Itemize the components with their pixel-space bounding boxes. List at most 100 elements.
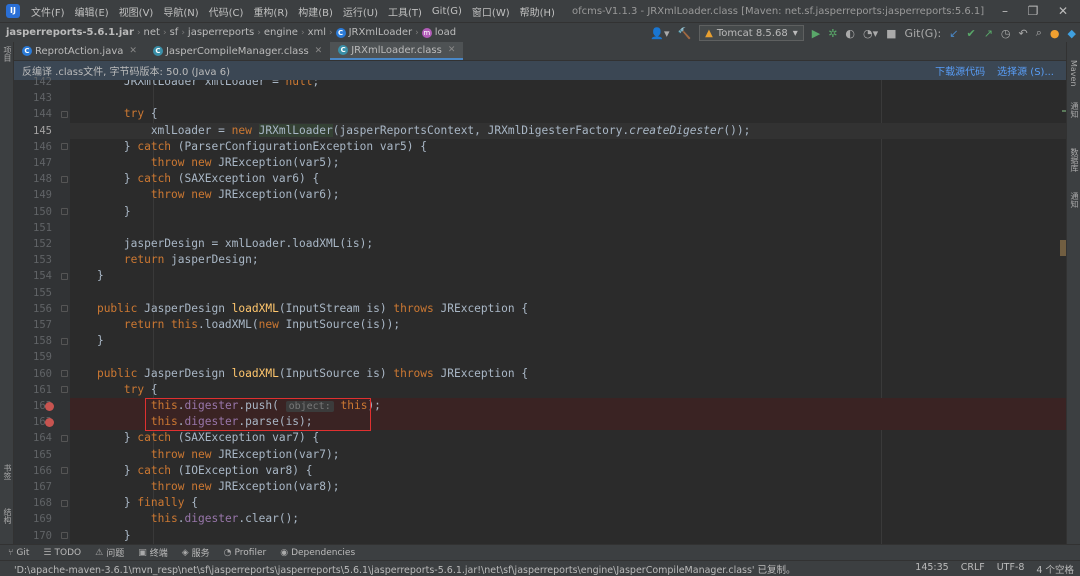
menu-edit[interactable]: 编辑(E) (70, 4, 114, 19)
bookmarks-tool-button[interactable]: 书签 (2, 464, 13, 480)
profiler-tool-button[interactable]: ◔ Profiler (216, 548, 273, 558)
stop-icon[interactable]: ■ (882, 27, 900, 40)
todo-tool-button[interactable]: ☰ TODO (35, 548, 87, 558)
git-commit-icon[interactable]: ✔ (962, 27, 979, 40)
line-separator[interactable]: CRLF (955, 562, 991, 576)
menu-file[interactable]: 文件(F) (26, 4, 70, 19)
code-editor[interactable]: JRXmlLoader xmlLoader = null; try { xmlL… (70, 80, 1066, 544)
tab-jaspercompilemanager[interactable]: C JasperCompileManager.class ✕ (145, 42, 330, 60)
services-tool-button[interactable]: ◈ 服务 (174, 546, 216, 560)
menu-tools[interactable]: 工具(T) (383, 4, 427, 19)
line-number[interactable]: 154 (14, 268, 52, 284)
line-number[interactable]: 147 (14, 155, 52, 171)
fold-marker-icon[interactable] (61, 208, 68, 216)
history-icon[interactable]: ◷ (997, 27, 1015, 40)
git-update-icon[interactable]: ↙ (945, 27, 962, 40)
indent-setting[interactable]: 4 个空格 (1030, 562, 1080, 576)
line-number[interactable]: 150 (14, 204, 52, 220)
breakpoint-icon[interactable] (45, 417, 54, 427)
rollback-icon[interactable]: ↶ (1015, 27, 1032, 40)
file-encoding[interactable]: UTF-8 (991, 562, 1031, 576)
breakpoint-icon[interactable] (45, 401, 54, 411)
line-number[interactable]: 144 (14, 106, 52, 122)
line-number[interactable]: 166 (14, 463, 52, 479)
line-number[interactable]: 149 (14, 187, 52, 203)
breadcrumb-engine[interactable]: engine (261, 27, 301, 38)
tab-reprotaction[interactable]: C ReprotAction.java ✕ (14, 42, 145, 60)
breadcrumb-method[interactable]: m load (419, 27, 459, 38)
scroll-thumb[interactable] (1060, 240, 1066, 256)
menu-git[interactable]: Git(G) (427, 6, 467, 17)
line-number[interactable]: 148 (14, 171, 52, 187)
line-number[interactable]: 170 (14, 528, 52, 544)
line-number[interactable]: 145 (14, 123, 52, 139)
maximize-icon[interactable]: ❐ (1018, 0, 1048, 22)
fold-marker-icon[interactable] (61, 110, 68, 118)
fold-marker-icon[interactable] (61, 532, 68, 540)
update-icon[interactable]: ● (1046, 27, 1064, 40)
breadcrumb-jar[interactable]: jasperreports-5.6.1.jar (0, 27, 137, 38)
line-number[interactable]: 155 (14, 285, 52, 301)
profile-icon[interactable]: ◔▾ (859, 27, 882, 40)
problems-tool-button[interactable]: ⚠ 问题 (87, 546, 130, 560)
editor-gutter[interactable]: 142 143 144 145 146 147 148 149 150 151 152 153 154 1… (14, 76, 85, 544)
dependencies-tool-button[interactable]: ◉ Dependencies (272, 548, 361, 558)
close-icon[interactable]: ✕ (448, 45, 456, 55)
menu-navigate[interactable]: 导航(N) (158, 4, 203, 19)
menu-build[interactable]: 构建(B) (293, 4, 338, 19)
line-number[interactable]: 153 (14, 252, 52, 268)
line-number[interactable]: 167 (14, 479, 52, 495)
menu-run[interactable]: 运行(U) (338, 4, 383, 19)
git-tool-button[interactable]: ⑂ Git (0, 548, 35, 558)
line-number[interactable]: 143 (14, 90, 52, 106)
fold-marker-icon[interactable] (61, 499, 68, 507)
line-number[interactable]: 159 (14, 349, 52, 365)
caret-position[interactable]: 145:35 (909, 562, 954, 576)
line-number[interactable]: 146 (14, 139, 52, 155)
tab-jrxmlloader[interactable]: C JRXmlLoader.class ✕ (330, 42, 464, 60)
close-icon[interactable]: ✕ (315, 46, 323, 56)
database-tool-button[interactable]: 数据库 (1069, 148, 1080, 172)
run-configuration-select[interactable]: ▲ Tomcat 8.5.68 ▾ (699, 25, 804, 41)
close-icon[interactable]: ✕ (129, 46, 137, 56)
choose-sources-link[interactable]: 选择源 (S)... (997, 63, 1054, 78)
fold-marker-icon[interactable] (61, 143, 68, 151)
maven-tool-button[interactable]: Maven (1069, 60, 1078, 87)
close-window-icon[interactable]: ✕ (1048, 0, 1078, 22)
fold-marker-icon[interactable] (61, 386, 68, 394)
breadcrumb-class[interactable]: C JRXmlLoader (333, 27, 416, 38)
plugin-icon[interactable]: ◆ (1064, 27, 1080, 40)
download-sources-link[interactable]: 下载源代码 (935, 63, 985, 78)
line-number[interactable]: 152 (14, 236, 52, 252)
line-number[interactable]: 161 (14, 382, 52, 398)
line-number[interactable]: 156 (14, 301, 52, 317)
menu-view[interactable]: 视图(V) (114, 4, 159, 19)
breadcrumb-xml[interactable]: xml (305, 27, 329, 38)
notifications-tool-button[interactable]: 通知 (1069, 102, 1080, 118)
fold-marker-icon[interactable] (61, 370, 68, 378)
search-icon[interactable]: ⌕ (1032, 26, 1046, 40)
fold-marker-icon[interactable] (61, 305, 68, 313)
notifications-bell-button[interactable]: 通知 (1069, 192, 1080, 208)
line-number[interactable]: 158 (14, 333, 52, 349)
fold-marker-icon[interactable] (61, 272, 68, 280)
debug-icon[interactable]: ✲ (824, 27, 841, 40)
fold-marker-icon[interactable] (61, 467, 68, 475)
fold-marker-icon[interactable] (61, 434, 68, 442)
build-hammer-icon[interactable]: 🔨 (673, 27, 695, 40)
terminal-tool-button[interactable]: ▣ 终端 (130, 546, 174, 560)
coverage-icon[interactable]: ◐ (841, 27, 859, 40)
menu-help[interactable]: 帮助(H) (515, 4, 560, 19)
run-icon[interactable]: ▶ (808, 27, 824, 40)
breadcrumb-net[interactable]: net (141, 27, 163, 38)
fold-marker-icon[interactable] (61, 337, 68, 345)
breadcrumb-sf[interactable]: sf (167, 27, 182, 38)
structure-tool-button[interactable]: 结构 (2, 508, 13, 524)
breadcrumb-jasperreports[interactable]: jasperreports (185, 27, 257, 38)
minimize-icon[interactable]: – (990, 0, 1020, 22)
menu-code[interactable]: 代码(C) (204, 4, 249, 19)
menu-refactor[interactable]: 重构(R) (248, 4, 293, 19)
line-number[interactable]: 168 (14, 495, 52, 511)
line-number[interactable]: 151 (14, 220, 52, 236)
menu-window[interactable]: 窗口(W) (467, 4, 515, 19)
